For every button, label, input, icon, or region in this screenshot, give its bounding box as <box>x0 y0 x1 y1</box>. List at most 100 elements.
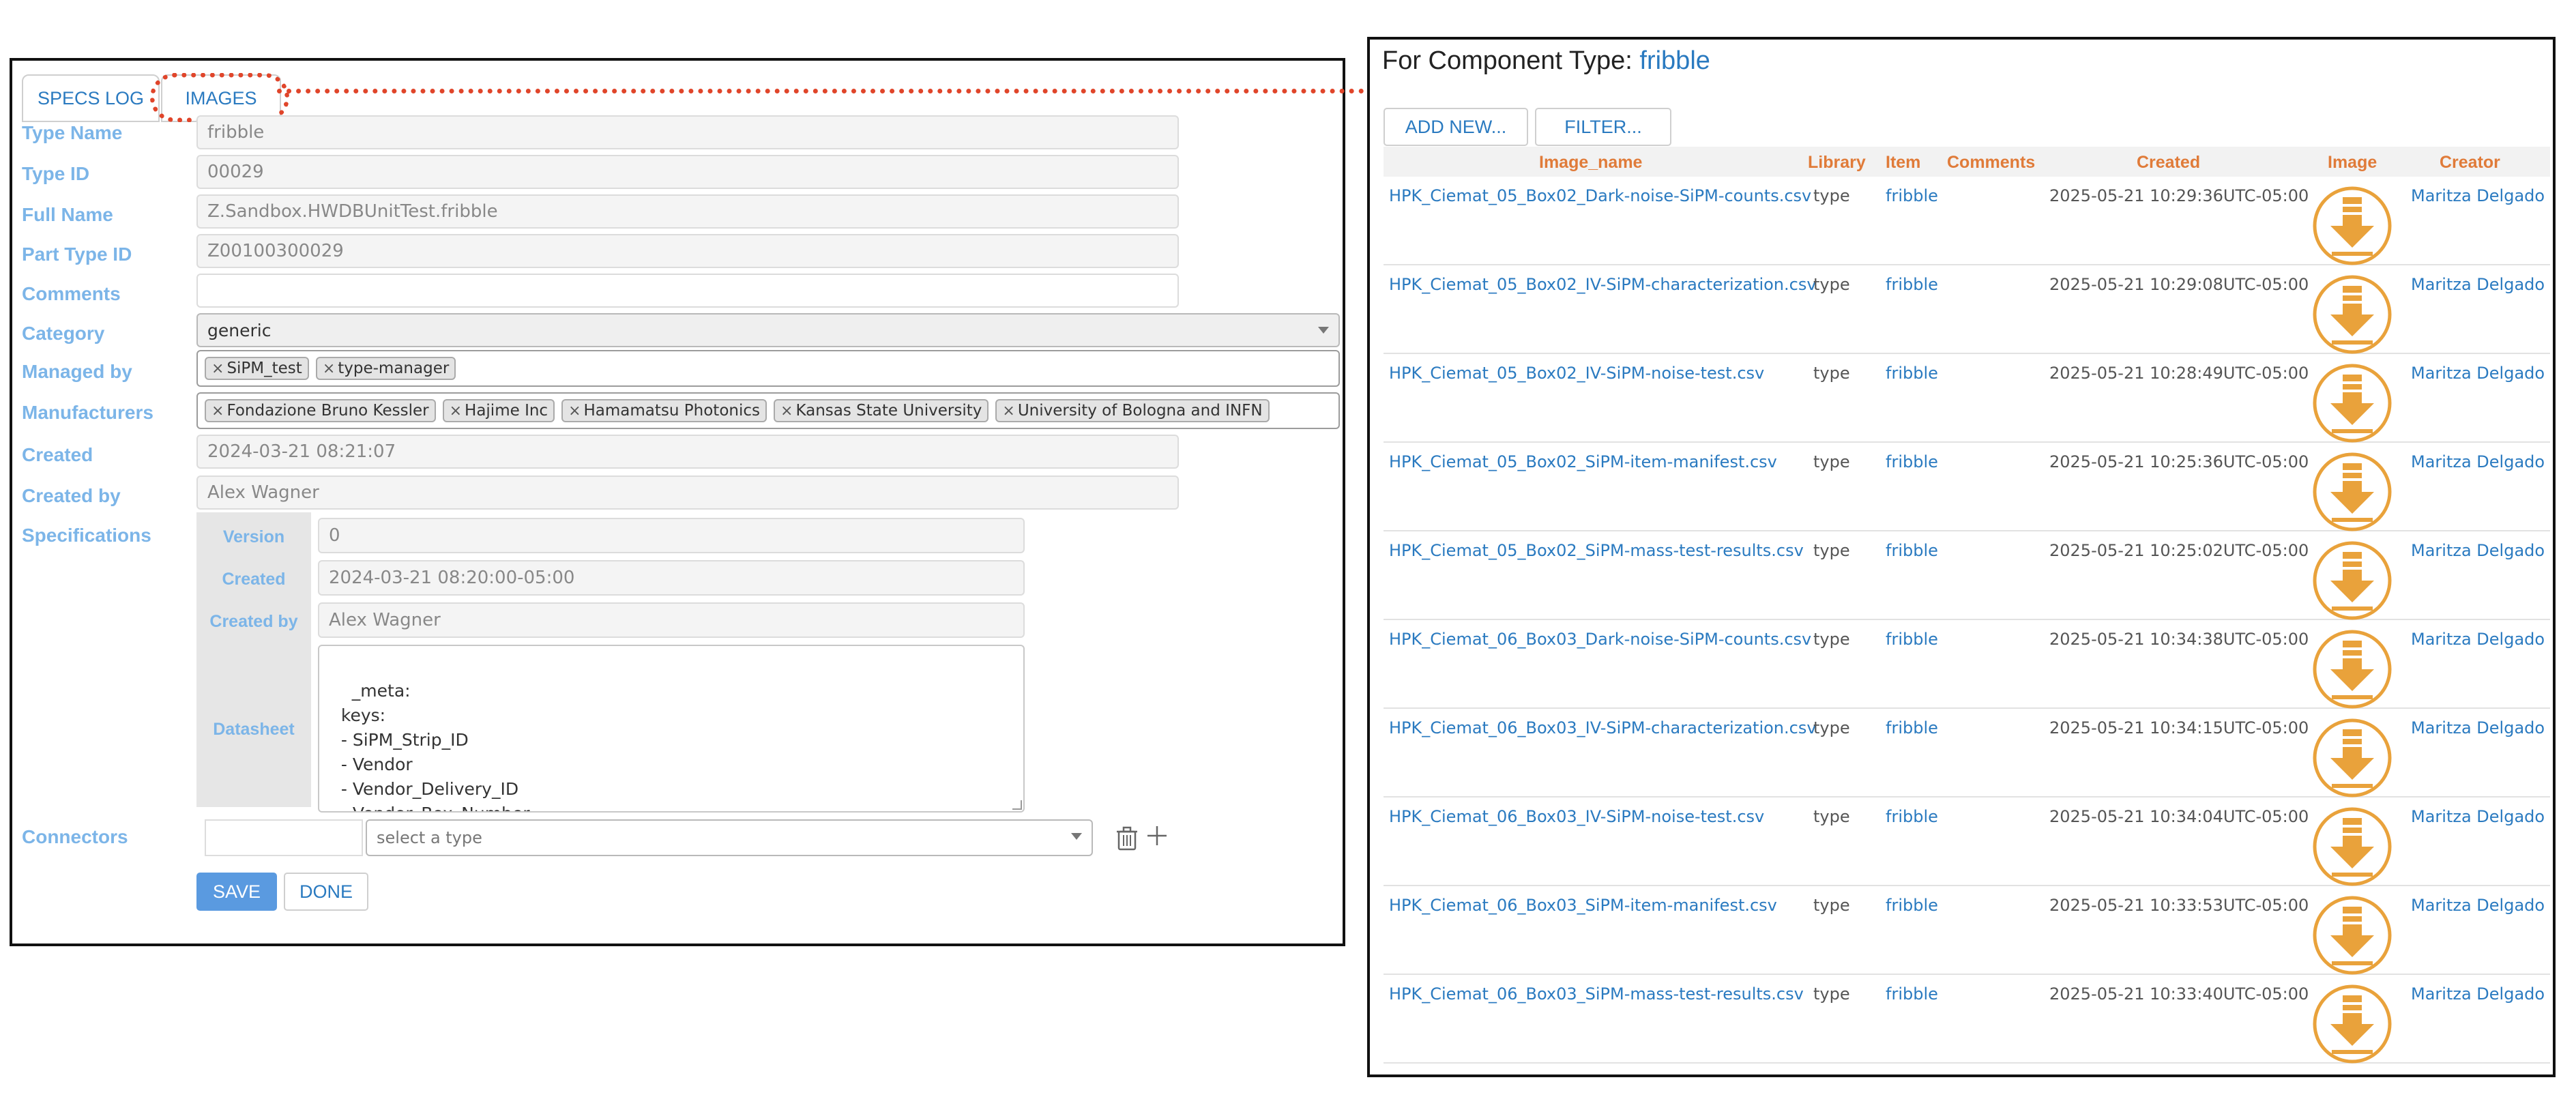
table-row: HPK_Ciemat_06_Box03_Dark-noise-SiPM-coun… <box>1384 620 2550 709</box>
col-header-creator[interactable]: Creator <box>2440 153 2500 173</box>
col-header-image-name[interactable]: Image_name <box>1539 153 1642 173</box>
tag-label: Hajime Inc <box>465 402 548 420</box>
download-icon[interactable] <box>2311 806 2393 888</box>
filter-button[interactable]: FILTER... <box>1535 108 1671 146</box>
item-link[interactable]: fribble <box>1886 630 1938 649</box>
tab-specs-log[interactable]: SPECS LOG <box>22 74 160 122</box>
datasheet-content: _meta: keys: - SiPM_Strip_ID - Vendor - … <box>340 681 530 811</box>
item-link[interactable]: fribble <box>1886 186 1938 205</box>
download-icon[interactable] <box>2311 540 2393 621</box>
download-icon[interactable] <box>2311 983 2393 1065</box>
trash-icon[interactable] <box>1116 826 1138 851</box>
creator-link[interactable]: Maritza Delgado <box>2411 364 2545 383</box>
tag-manufacturer: × Hamamatsu Photonics <box>561 399 767 422</box>
item-link[interactable]: fribble <box>1886 364 1938 383</box>
remove-tag-icon[interactable]: × <box>1002 403 1014 420</box>
created-cell: 2025-05-21 10:33:53UTC-05:00 <box>2049 896 2309 915</box>
creator-link[interactable]: Maritza Delgado <box>2411 896 2545 915</box>
item-link[interactable]: fribble <box>1886 541 1938 560</box>
created-cell: 2025-05-21 10:34:15UTC-05:00 <box>2049 718 2309 737</box>
download-icon[interactable] <box>2311 628 2393 710</box>
category-select[interactable]: generic <box>196 313 1340 347</box>
image-name-link[interactable]: HPK_Ciemat_05_Box02_IV-SiPM-characteriza… <box>1389 275 1817 294</box>
datasheet-label: Datasheet <box>213 720 295 739</box>
remove-tag-icon[interactable]: × <box>211 360 224 377</box>
creator-link[interactable]: Maritza Delgado <box>2411 541 2545 560</box>
library-cell: type <box>1813 275 1850 294</box>
full-name-field: Z.Sandbox.HWDBUnitTest.fribble <box>196 194 1179 229</box>
specifications-block <box>196 512 311 807</box>
creator-link[interactable]: Maritza Delgado <box>2411 984 2545 1004</box>
created-by-label: Created by <box>22 485 121 506</box>
creator-link[interactable]: Maritza Delgado <box>2411 452 2545 471</box>
resize-handle-icon[interactable] <box>1012 800 1022 810</box>
col-header-image[interactable]: Image <box>2328 153 2377 173</box>
comments-field[interactable] <box>196 274 1179 308</box>
created-by-field: Alex Wagner <box>196 476 1179 510</box>
col-header-created[interactable]: Created <box>2137 153 2200 173</box>
comments-label: Comments <box>22 283 121 304</box>
component-type-form-panel: SPECS LOG IMAGES Type Name fribble Type … <box>10 58 1345 946</box>
tag-label: University of Bologna and INFN <box>1017 402 1263 420</box>
table-row: HPK_Ciemat_05_Box02_IV-SiPM-characteriza… <box>1384 265 2550 354</box>
creator-link[interactable]: Maritza Delgado <box>2411 718 2545 737</box>
plus-icon[interactable] <box>1145 823 1169 848</box>
images-table: Image_name Library Item Comments Created… <box>1384 147 2550 1064</box>
download-icon[interactable] <box>2311 894 2393 976</box>
type-id-label: Type ID <box>22 163 90 184</box>
col-header-comments[interactable]: Comments <box>1947 153 2035 173</box>
datasheet-textarea[interactable]: _meta: keys: - SiPM_Strip_ID - Vendor - … <box>318 645 1025 813</box>
image-name-link[interactable]: HPK_Ciemat_05_Box02_SiPM-mass-test-resul… <box>1389 541 1804 560</box>
managed-by-tags-input[interactable]: × SiPM_test × type-manager <box>196 350 1340 387</box>
item-link[interactable]: fribble <box>1886 275 1938 294</box>
remove-tag-icon[interactable]: × <box>568 403 581 420</box>
table-body: HPK_Ciemat_05_Box02_Dark-noise-SiPM-coun… <box>1384 177 2550 1064</box>
remove-tag-icon[interactable]: × <box>323 360 335 377</box>
item-link[interactable]: fribble <box>1886 718 1938 737</box>
image-name-link[interactable]: HPK_Ciemat_06_Box03_SiPM-item-manifest.c… <box>1389 896 1777 915</box>
created-cell: 2025-05-21 10:28:49UTC-05:00 <box>2049 364 2309 383</box>
download-icon[interactable] <box>2311 451 2393 533</box>
connector-name-input[interactable] <box>205 819 363 856</box>
remove-tag-icon[interactable]: × <box>211 403 224 420</box>
tag-label: type-manager <box>338 360 450 377</box>
tag-manufacturer: × Kansas State University <box>774 399 989 422</box>
category-label: Category <box>22 323 105 344</box>
item-link[interactable]: fribble <box>1886 896 1938 915</box>
image-name-link[interactable]: HPK_Ciemat_05_Box02_Dark-noise-SiPM-coun… <box>1389 186 1811 205</box>
manufacturers-label: Manufacturers <box>22 402 153 423</box>
download-icon[interactable] <box>2311 185 2393 267</box>
item-link[interactable]: fribble <box>1886 452 1938 471</box>
image-name-link[interactable]: HPK_Ciemat_06_Box03_IV-SiPM-characteriza… <box>1389 718 1817 737</box>
download-icon[interactable] <box>2311 274 2393 355</box>
image-name-link[interactable]: HPK_Ciemat_06_Box03_Dark-noise-SiPM-coun… <box>1389 630 1811 649</box>
remove-tag-icon[interactable]: × <box>450 403 462 420</box>
type-name-label: Type Name <box>22 122 123 143</box>
col-header-item[interactable]: Item <box>1886 153 1920 173</box>
item-link[interactable]: fribble <box>1886 984 1938 1004</box>
table-row: HPK_Ciemat_05_Box02_IV-SiPM-noise-test.c… <box>1384 354 2550 443</box>
table-header: Image_name Library Item Comments Created… <box>1384 147 2550 177</box>
done-button[interactable]: DONE <box>284 873 368 911</box>
save-button[interactable]: SAVE <box>196 873 277 911</box>
download-icon[interactable] <box>2311 362 2393 444</box>
col-header-library[interactable]: Library <box>1808 153 1866 173</box>
library-cell: type <box>1813 807 1850 826</box>
image-name-link[interactable]: HPK_Ciemat_06_Box03_IV-SiPM-noise-test.c… <box>1389 807 1764 826</box>
creator-link[interactable]: Maritza Delgado <box>2411 275 2545 294</box>
add-new-button[interactable]: ADD NEW... <box>1384 108 1528 146</box>
component-type-link[interactable]: fribble <box>1639 46 1710 75</box>
item-link[interactable]: fribble <box>1886 807 1938 826</box>
image-name-link[interactable]: HPK_Ciemat_06_Box03_SiPM-mass-test-resul… <box>1389 984 1804 1004</box>
creator-link[interactable]: Maritza Delgado <box>2411 807 2545 826</box>
remove-tag-icon[interactable]: × <box>780 403 793 420</box>
download-icon[interactable] <box>2311 717 2393 799</box>
connector-type-select[interactable]: select a type <box>366 819 1093 856</box>
image-name-link[interactable]: HPK_Ciemat_05_Box02_IV-SiPM-noise-test.c… <box>1389 364 1764 383</box>
tag-manufacturer: × Fondazione Bruno Kessler <box>205 399 436 422</box>
creator-link[interactable]: Maritza Delgado <box>2411 630 2545 649</box>
image-name-link[interactable]: HPK_Ciemat_05_Box02_SiPM-item-manifest.c… <box>1389 452 1777 471</box>
manufacturers-tags-input[interactable]: × Fondazione Bruno Kessler × Hajime Inc × H… <box>196 392 1340 429</box>
connectors-label: Connectors <box>22 826 128 847</box>
creator-link[interactable]: Maritza Delgado <box>2411 186 2545 205</box>
